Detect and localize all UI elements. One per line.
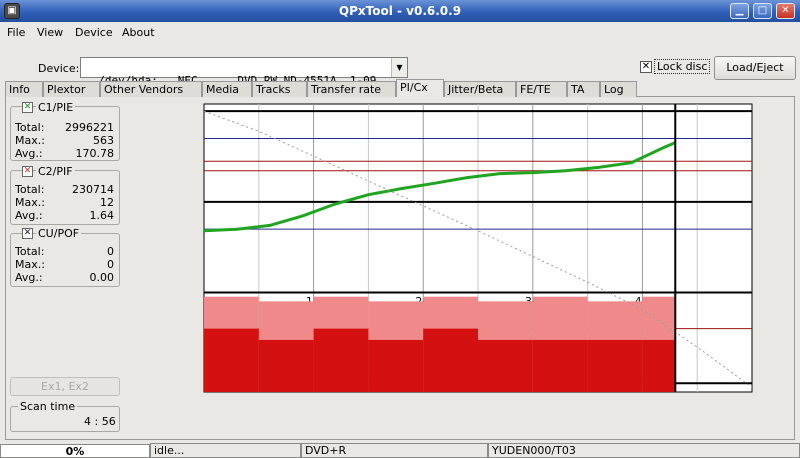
c2-pif-series [368,339,424,392]
tab-tracks[interactable]: Tracks [252,81,307,97]
c1-avg-label: Avg.: [15,147,43,160]
scan-time-label: Scan time [18,400,78,413]
lock-disc-label[interactable]: Lock disc [654,59,711,74]
window-title: QPxTool - v0.6.0.9 [338,4,462,18]
c2-pif-series [313,328,369,392]
close-icon[interactable]: ✕ [776,3,795,19]
pi-cx-chart: 1G2G3G4G1000500280220100501041 [203,103,753,393]
cu-max-label: Max.: [15,258,45,271]
c1-total-label: Total: [15,121,45,134]
tab-pi-cx[interactable]: PI/Cx [396,79,444,97]
c1-pie-checkbox[interactable]: ✕ [22,102,33,113]
c2-pif-series [478,339,533,392]
device-label: Device: [38,62,80,75]
title-bar: ▣ QPxTool - v0.6.0.9 ▁ □ ✕ [0,0,800,22]
c2-max-value: 12 [100,196,114,209]
load-eject-button[interactable]: Load/Eject [714,56,796,80]
menu-view[interactable]: View [37,26,63,39]
tab-other-vendors[interactable]: Other Vendors [100,81,202,97]
device-select[interactable]: /dev/hda: _NEC DVD_RW ND-4551A 1-09 ▼ [80,57,408,87]
menu-bar: File View Device About [0,22,800,44]
c1-pie-title: C1/PIE [36,101,76,114]
tab-media[interactable]: Media [202,81,252,97]
c2-pif-title: C2/PIF [36,165,75,178]
cu-pof-title: CU/POF [36,227,82,240]
status-media-id: YUDEN000/T03 [488,443,800,458]
menu-file[interactable]: File [7,26,25,39]
c1-max-label: Max.: [15,134,45,147]
c1-pie-group: Total: 2996221 Max.: 563 Avg.: 170.78 [10,106,120,161]
c2-pif-series [423,328,478,392]
tab-log[interactable]: Log [600,81,637,97]
menu-about[interactable]: About [122,26,155,39]
menu-device[interactable]: Device [75,26,113,39]
cu-total-label: Total: [15,245,45,258]
c1-total-value: 2996221 [65,121,114,134]
lock-disc-checkbox[interactable]: ✕ [640,61,652,73]
progress-text: 0% [65,445,85,458]
c2-max-label: Max.: [15,196,45,209]
maximize-icon[interactable]: □ [753,3,772,19]
c2-total-label: Total: [15,183,45,196]
status-state: idle... [150,443,301,458]
tab-plextor[interactable]: Plextor [43,81,100,97]
c2-pif-series [532,339,588,392]
tab-ta[interactable]: TA [567,81,600,97]
c2-avg-value: 1.64 [89,209,115,222]
c2-pif-series [204,328,259,392]
status-media-type: DVD+R [301,443,488,458]
cu-avg-label: Avg.: [15,271,43,284]
c2-pif-group: Total: 230714 Max.: 12 Avg.: 1.64 [10,170,120,225]
tab-fe-te[interactable]: FE/TE [516,81,567,97]
c2-total-value: 230714 [72,183,114,196]
c2-pif-series [642,339,676,392]
tab-info[interactable]: Info [5,81,43,97]
cu-total-value: 0 [107,245,114,258]
cu-max-value: 0 [107,258,114,271]
ex1-ex2-button[interactable]: Ex1, Ex2 [10,377,120,396]
tab-jitter-beta[interactable]: Jitter/Beta [444,81,516,97]
chevron-down-icon[interactable]: ▼ [391,58,407,77]
c2-pif-checkbox[interactable]: ✕ [22,166,33,177]
minimize-icon[interactable]: ▁ [730,3,749,19]
tab-transfer-rate[interactable]: Transfer rate [307,81,396,97]
scan-time-value: 4 : 56 [84,415,116,428]
c2-pif-series [587,339,643,392]
c2-avg-label: Avg.: [15,209,43,222]
cu-pof-checkbox[interactable]: ✕ [22,228,33,239]
progress-bar: 0% [0,444,150,458]
c2-pif-series [258,339,314,392]
cu-avg-value: 0.00 [89,271,115,284]
c1-max-value: 563 [93,134,114,147]
c1-avg-value: 170.78 [75,147,115,160]
cu-pof-group: Total: 0 Max.: 0 Avg.: 0.00 [10,233,120,287]
